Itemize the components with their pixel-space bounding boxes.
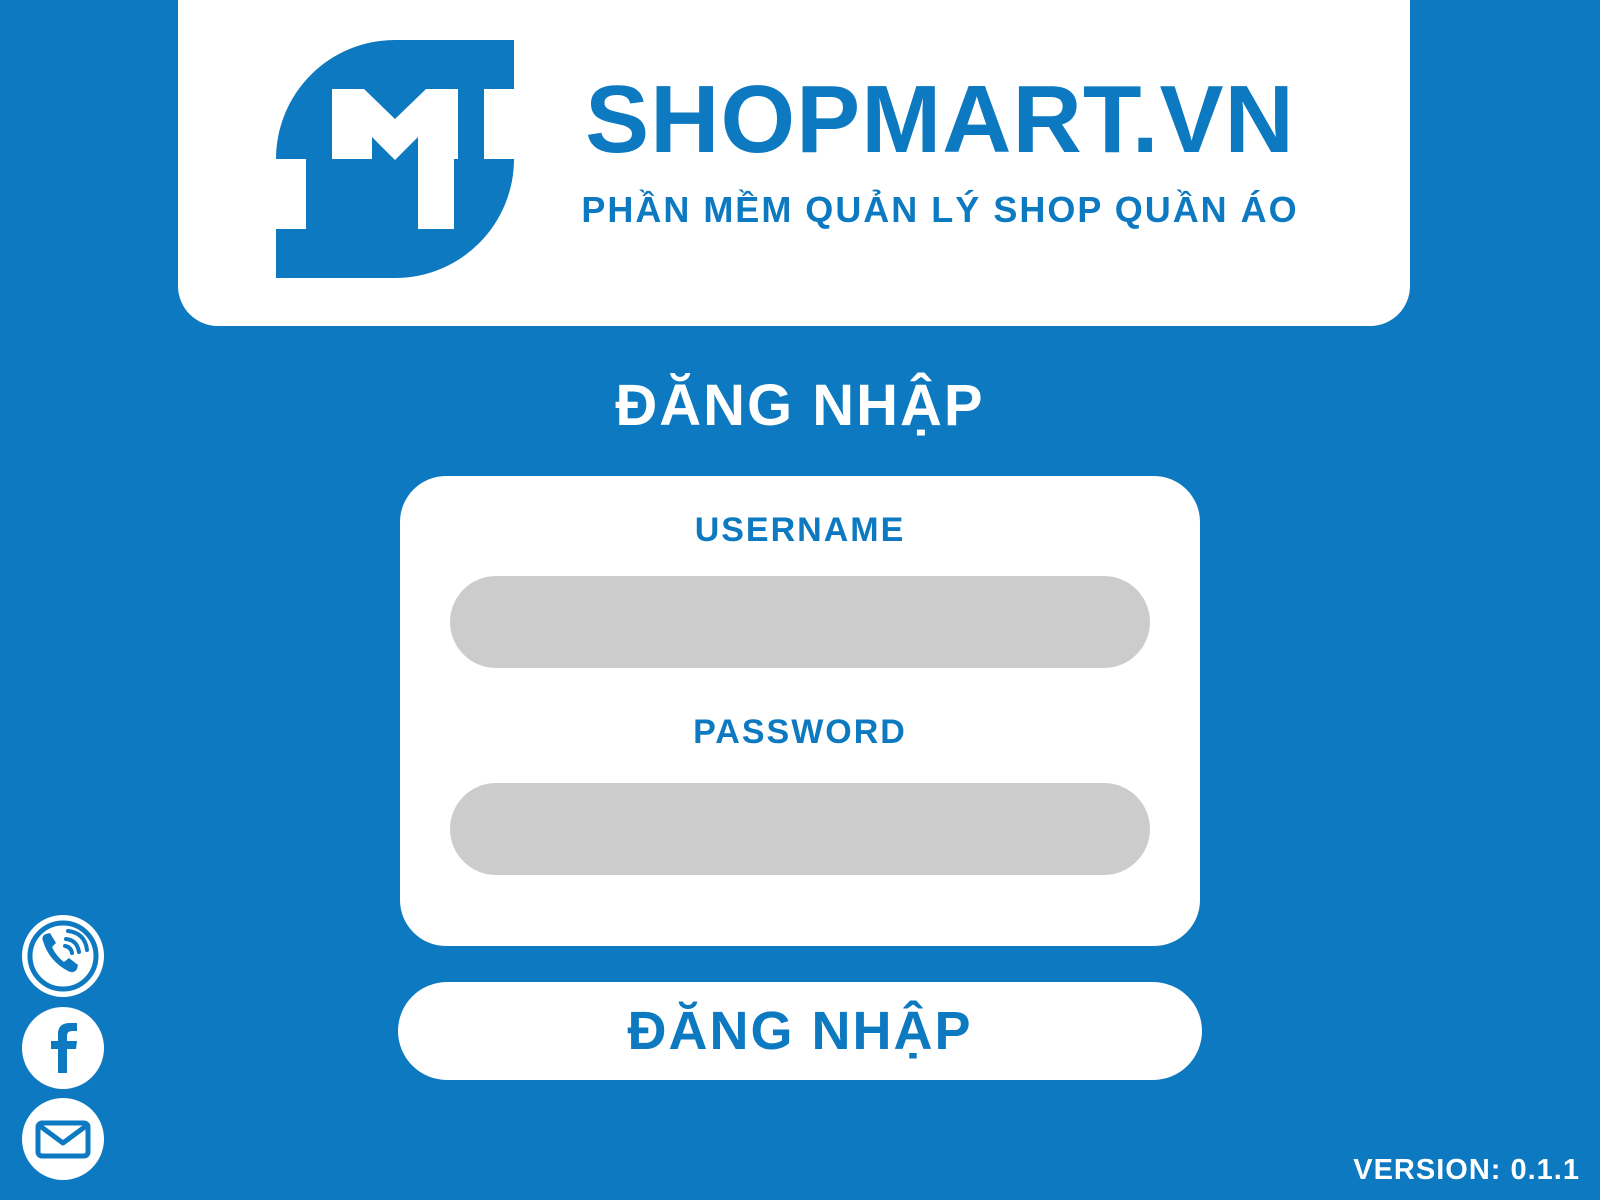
facebook-icon[interactable]	[22, 1007, 104, 1089]
username-label: USERNAME	[694, 511, 906, 549]
brand-name: SHOPMART.VN	[585, 66, 1295, 173]
login-button[interactable]: ĐĂNG NHẬP	[398, 982, 1202, 1080]
version-label: VERSION: 0.1.1	[1353, 1154, 1580, 1186]
phone-icon[interactable]	[22, 915, 104, 997]
username-input[interactable]	[450, 576, 1150, 668]
password-input[interactable]	[450, 783, 1150, 875]
shopmart-logo	[276, 40, 514, 278]
login-heading: ĐĂNG NHẬP	[615, 373, 985, 438]
brand-tagline: PHẦN MỀM QUẢN LÝ SHOP QUẦN ÁO	[581, 189, 1299, 230]
password-label: PASSWORD	[693, 713, 907, 751]
mail-icon[interactable]	[22, 1098, 104, 1180]
login-form: USERNAME PASSWORD	[400, 476, 1200, 946]
